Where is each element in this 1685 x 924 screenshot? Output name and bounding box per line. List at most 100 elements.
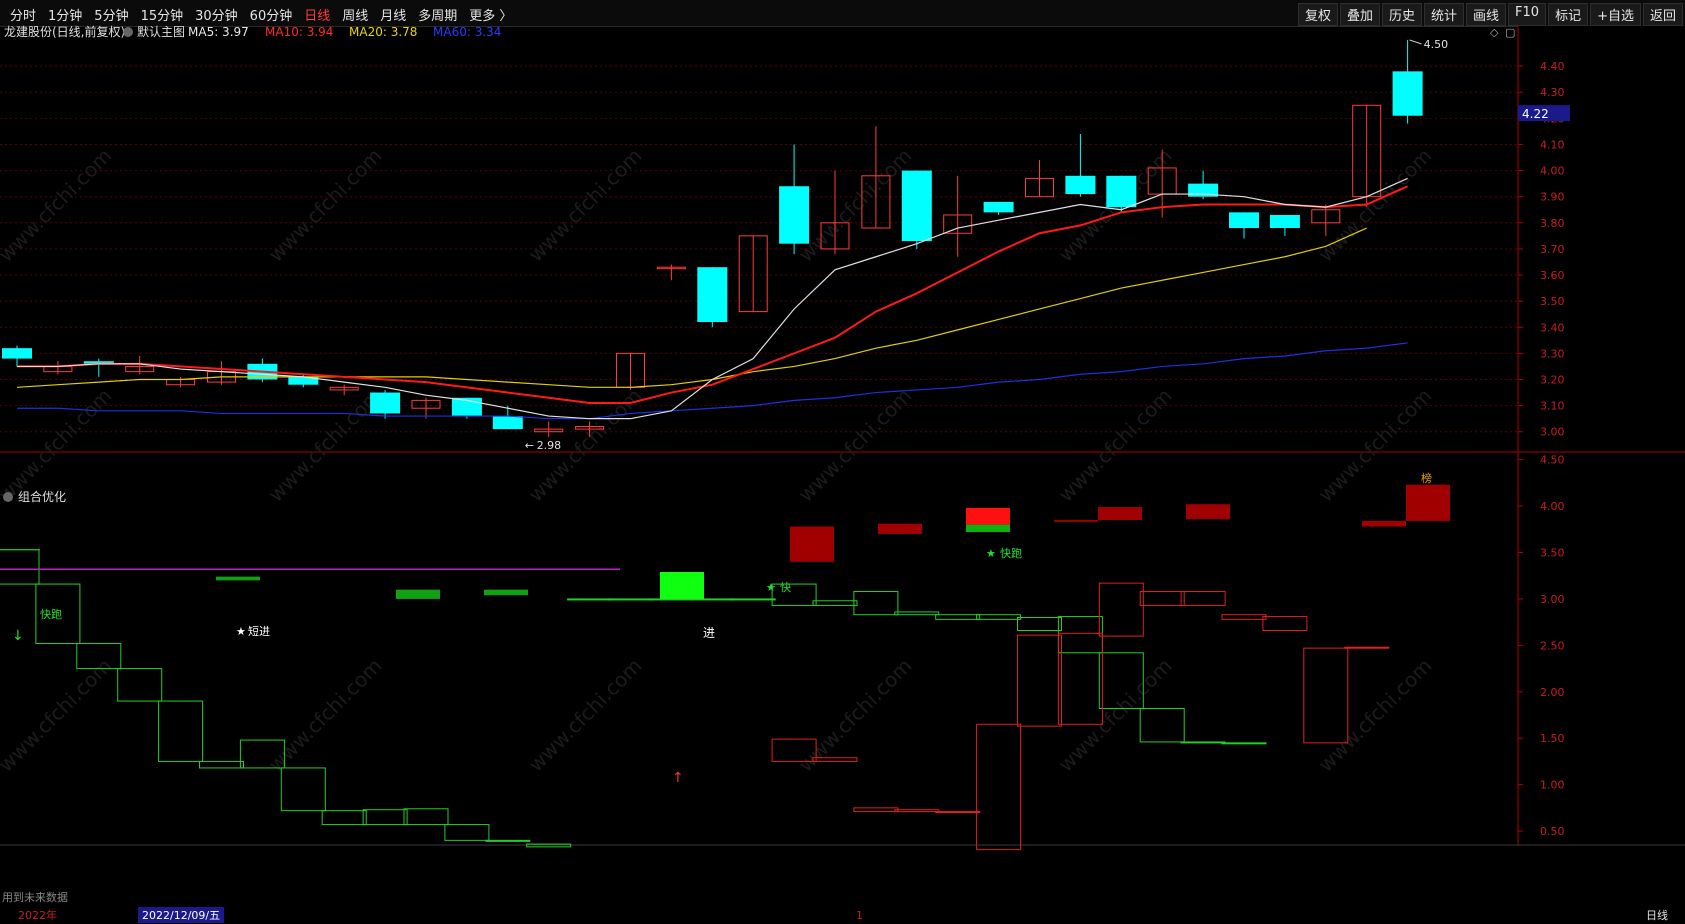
indicator-y-tick-label: 1.00 [1540,779,1565,792]
y-tick-label: 3.00 [1540,426,1565,439]
fast-run-label-1: 快跑 [40,607,62,621]
step-red [1221,614,1267,620]
step-green [321,810,367,826]
step-green [567,598,613,601]
y-tick-label: 4.00 [1540,165,1565,178]
step-green [935,614,981,620]
step-red [1017,634,1062,727]
in-label: 进 [703,626,715,640]
watermark-text: www.cfchi.com [524,654,647,777]
y-tick-label: 4.30 [1540,86,1565,99]
y-tick-label: 3.80 [1540,217,1565,230]
indicator-y-tick-label: 1.50 [1540,732,1565,745]
step-green [648,598,694,601]
candle-body-down [983,201,1014,213]
candle-body-down [2,348,32,359]
green-block [484,589,528,596]
ma-label-2: MA20: 3.78 [349,25,417,39]
step-green [689,598,735,601]
candle-body-down [370,392,401,414]
window-icon: ▢ [1505,26,1515,39]
price-axis-bg [1518,26,1685,876]
step-green [1221,742,1267,745]
indicator-y-tick-label: 4.50 [1540,454,1565,467]
watermark-text: www.cfchi.com [1054,384,1177,507]
candle-body-down [1106,175,1137,208]
step-green [444,824,490,841]
month-mark: 1 [856,909,863,922]
bang-label: 榜 [1421,471,1432,485]
indicator-y-tick-label: 0.50 [1540,825,1565,838]
step-green [976,614,1022,620]
watermark-text: www.cfchi.com [794,384,917,507]
year-label: 2022年 [18,908,57,922]
step-red [976,723,1022,851]
step-green [199,760,244,769]
red-block [878,523,922,534]
step-red [853,807,899,813]
short-in-label: 短进 [248,624,270,638]
indicator-y-tick-label: 3.00 [1540,593,1565,606]
indicator-y-tick-label: 4.00 [1540,500,1565,513]
indicator-y-tick-label: 3.50 [1540,547,1565,560]
star-icon: ★ [236,625,246,638]
green-block [216,576,260,581]
indicator-y-tick-label: 2.00 [1540,686,1565,699]
watermark-text: www.cfchi.com [1054,654,1177,777]
step-green [485,839,531,842]
step-green [0,549,40,585]
candle-body-down [779,186,810,244]
step-green [1017,617,1062,631]
watermark-text: www.cfchi.com [264,384,387,507]
red-block [1406,484,1450,521]
watermark-text: www.cfchi.com [524,144,647,267]
candle-body-down [697,267,728,323]
red-block [790,526,834,562]
stock-chart[interactable]: 3.00 3.10 3.20 3.30 3.40 3.50 3.60 3.70 3.80 3.90… [0,0,1685,924]
y-tick-label: 3.20 [1540,373,1565,386]
fast-label-2: 快 [780,581,791,594]
high-label: 4.50 [1424,38,1449,51]
watermark-text: www.cfchi.com [794,144,917,267]
candle-body-down [492,416,523,430]
indicator-title: 组合优化 [18,489,66,504]
step-red [1139,591,1185,606]
up-arrow-icon: ↑ [672,770,684,786]
candle-body-down [1229,212,1259,229]
ma-label-0: MA5: 3.97 [188,25,249,39]
step-green [280,767,326,812]
low-label: 2.98 [537,439,562,452]
step-red [1057,632,1103,725]
step-green [771,583,817,606]
current-price-label: 4.22 [1522,107,1549,121]
watermark-text: www.cfchi.com [264,654,387,777]
step-green [894,611,940,616]
red-block [1186,504,1230,520]
step-red [894,809,940,813]
step-red [935,811,981,814]
step-red [1098,582,1144,637]
indicator-y-tick-label: 2.50 [1540,639,1565,652]
green-block [396,589,440,599]
chart-title: 龙建股份(日线,前复权) [4,24,125,39]
y-tick-label: 4.40 [1540,60,1565,73]
step-green [1057,616,1103,654]
candle-body-down [1269,214,1300,229]
step-red [1303,647,1349,744]
green-under-red [966,524,1010,533]
step-red [1262,616,1308,631]
y-tick-label: 3.30 [1540,347,1565,360]
template-dot [123,27,133,37]
step-red [1344,646,1390,649]
star-icon: ★ [766,581,776,594]
period-label: 日线 [1646,908,1668,922]
step-green [812,600,858,606]
down-arrow-icon: ↓ [12,628,24,644]
step-green [853,591,899,616]
step-green [608,598,653,601]
step-green [1180,741,1226,744]
ma-label-3: MA60: 3.34 [433,25,501,39]
y-tick-label: 3.10 [1540,400,1565,413]
step-green [1139,708,1185,743]
y-tick-label: 3.50 [1540,295,1565,308]
